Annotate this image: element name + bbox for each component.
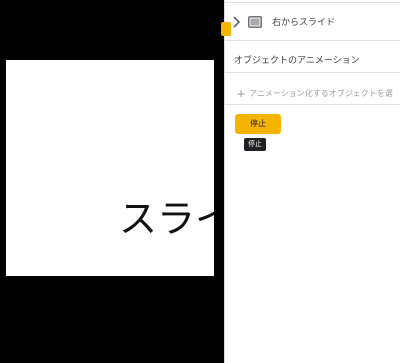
slide[interactable]: スライ bbox=[6, 60, 214, 276]
slide-icon bbox=[248, 16, 262, 28]
animation-item[interactable]: 右からスライド bbox=[221, 6, 400, 41]
slide-canvas[interactable]: スライ bbox=[0, 0, 224, 363]
animation-panel: 右からスライド オブジェクトのアニメーション + アニメーション化するオブジェクト… bbox=[221, 0, 400, 363]
slide-text[interactable]: スライ bbox=[119, 196, 214, 242]
add-animation-label: アニメーション化するオブジェクトを選 bbox=[249, 89, 393, 97]
animation-item-label: 右からスライド bbox=[272, 18, 336, 28]
chevron-right-icon[interactable] bbox=[232, 16, 240, 28]
section-title: オブジェクトのアニメーション bbox=[234, 56, 360, 66]
drag-handle[interactable] bbox=[221, 22, 231, 36]
tooltip: 停止 bbox=[244, 138, 266, 151]
add-animation-button[interactable]: + アニメーション化するオブジェクトを選 bbox=[236, 83, 400, 98]
divider bbox=[225, 104, 400, 105]
plus-icon: + bbox=[236, 86, 247, 98]
stop-button[interactable]: 停止 bbox=[235, 114, 281, 134]
panel-top-divider bbox=[225, 2, 400, 3]
section-divider bbox=[225, 72, 400, 73]
